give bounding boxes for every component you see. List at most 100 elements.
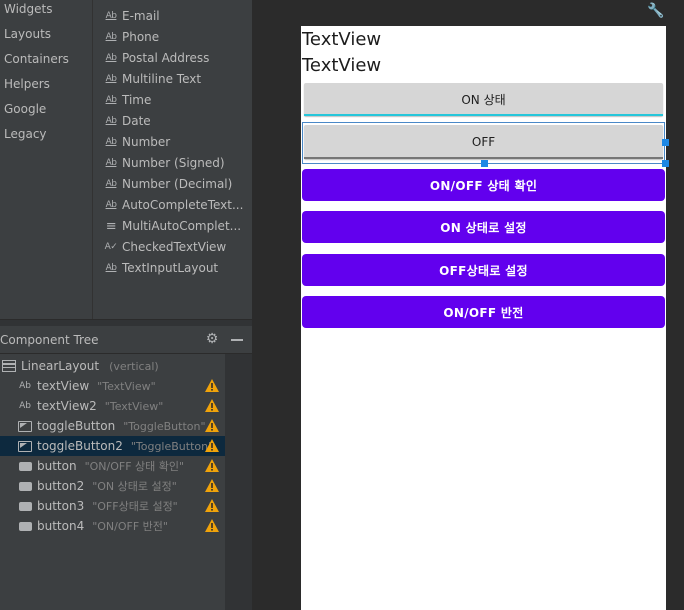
- tree-row-name: button: [37, 459, 77, 473]
- tree-row-linearlayout[interactable]: LinearLayout (vertical): [2, 356, 227, 376]
- palette-item-label: CheckedTextView: [122, 240, 227, 254]
- category-widgets[interactable]: Widgets: [4, 2, 53, 16]
- text-field-icon: Ab: [105, 116, 117, 126]
- category-legacy[interactable]: Legacy: [4, 127, 47, 141]
- preview-textview2[interactable]: TextView: [302, 55, 381, 76]
- button-icon: [18, 521, 32, 532]
- palette-item-label: Number (Signed): [122, 156, 225, 170]
- tree-row-textview2[interactable]: Ab textView2 "TextView": [0, 396, 225, 416]
- tree-row-attr: "OFF상태로 설정": [92, 500, 178, 513]
- preview-button-check-state[interactable]: ON/OFF 상태 확인: [302, 169, 665, 201]
- tree-row-button2[interactable]: button2 "ON 상태로 설정": [0, 476, 225, 496]
- palette-item-checkedtextview[interactable]: A✓ CheckedTextView: [103, 237, 227, 257]
- tree-row-attr: "TextView": [104, 399, 164, 413]
- list-icon: ≡: [105, 218, 117, 234]
- palette-item-email[interactable]: Ab E-mail: [103, 6, 160, 26]
- text-field-icon: Ab: [105, 32, 117, 42]
- tree-row-button4[interactable]: button4 "ON/OFF 반전": [0, 516, 225, 536]
- category-helpers[interactable]: Helpers: [4, 77, 50, 91]
- palette-item-phone[interactable]: Ab Phone: [103, 27, 160, 47]
- tree-row-togglebutton2[interactable]: toggleButton2 "ToggleButton": [0, 436, 225, 456]
- text-field-icon: Ab: [105, 158, 117, 168]
- palette-item-multiline-text[interactable]: Ab Multiline Text: [103, 69, 202, 89]
- category-google[interactable]: Google: [4, 102, 46, 116]
- preview-button-set-off[interactable]: OFF상태로 설정: [302, 254, 665, 286]
- tree-row-button3[interactable]: button3 "OFF상태로 설정": [0, 496, 225, 516]
- palette-item-textinputlayout[interactable]: Ab TextInputLayout: [103, 258, 219, 278]
- palette-item-date[interactable]: Ab Date: [103, 111, 151, 131]
- resize-handle-corner[interactable]: [662, 160, 669, 167]
- text-field-icon: Ab: [105, 179, 117, 189]
- palette-item-label: Time: [122, 93, 152, 107]
- text-view-icon: Ab: [19, 401, 31, 411]
- category-layouts[interactable]: Layouts: [4, 27, 51, 41]
- palette-item-label: Number: [122, 135, 171, 149]
- tree-row-name: textView2: [37, 399, 97, 413]
- tree-row-attr: (vertical): [109, 359, 159, 373]
- text-view-icon: Ab: [19, 381, 31, 391]
- linear-layout-icon: [2, 360, 16, 372]
- panel-splitter[interactable]: [0, 319, 252, 326]
- component-tree: LinearLayout (vertical) Ab textView "Tex…: [0, 354, 225, 610]
- toggle-button-icon: [18, 440, 32, 452]
- button-icon: [18, 501, 32, 512]
- palette-item-number[interactable]: Ab Number: [103, 132, 171, 152]
- text-field-icon: Ab: [105, 263, 117, 273]
- category-containers[interactable]: Containers: [4, 52, 69, 66]
- gear-icon[interactable]: ⚙: [204, 331, 220, 347]
- tree-row-name: textView: [37, 379, 90, 393]
- tree-row-textview[interactable]: Ab textView "TextView": [0, 376, 225, 396]
- warning-icon[interactable]: [205, 439, 219, 452]
- tree-row-attr: "TextView": [97, 379, 156, 393]
- text-field-icon: Ab: [105, 137, 117, 147]
- resize-handle-bottom[interactable]: [481, 160, 488, 167]
- palette-categories: Widgets Layouts Containers Helpers Googl…: [0, 0, 92, 320]
- palette-list: Ab E-mail Ab Phone Ab Postal Address Ab Mult…: [92, 0, 252, 320]
- resize-handle-right[interactable]: [662, 139, 669, 146]
- button-icon: [18, 481, 32, 492]
- component-tree-title: Component Tree: [0, 333, 99, 347]
- palette-item-label: TextInputLayout: [122, 261, 219, 275]
- palette-item-autocomplete[interactable]: Ab AutoCompleteText...: [103, 195, 244, 215]
- palette-item-label: Date: [122, 114, 151, 128]
- warning-icon[interactable]: [205, 479, 219, 492]
- preview-button-set-on[interactable]: ON 상태로 설정: [302, 211, 665, 243]
- warning-icon[interactable]: [205, 459, 219, 472]
- palette-item-label: AutoCompleteText...: [122, 198, 244, 212]
- palette-item-multiautocomplete[interactable]: ≡ MultiAutoComplet...: [103, 216, 241, 236]
- warning-icon[interactable]: [205, 379, 219, 392]
- palette-item-label: Number (Decimal): [122, 177, 233, 191]
- palette-item-label: Multiline Text: [122, 72, 202, 86]
- palette-item-label: MultiAutoComplet...: [122, 219, 242, 233]
- autocomplete-icon: Ab: [105, 200, 117, 210]
- checked-text-icon: A✓: [104, 242, 118, 252]
- tree-row-togglebutton[interactable]: toggleButton "ToggleButton": [0, 416, 225, 436]
- toggle-on-indicator: [304, 114, 663, 116]
- preview-button-toggle[interactable]: ON/OFF 반전: [302, 296, 665, 328]
- selection-outline: [302, 122, 665, 164]
- tree-row-name: button4: [37, 519, 85, 533]
- palette-item-label: Phone: [122, 30, 160, 44]
- tree-row-button[interactable]: button "ON/OFF 상태 확인": [0, 456, 225, 476]
- warning-icon[interactable]: [205, 499, 219, 512]
- palette-item-time[interactable]: Ab Time: [103, 90, 152, 110]
- warning-icon[interactable]: [205, 419, 219, 432]
- text-field-icon: Ab: [105, 53, 117, 63]
- warning-icon[interactable]: [205, 519, 219, 532]
- wrench-icon[interactable]: 🔧: [647, 3, 664, 19]
- preview-toggle-button[interactable]: ON 상태: [304, 83, 663, 116]
- palette-item-postal-address[interactable]: Ab Postal Address: [103, 48, 210, 68]
- component-tree-scrollbar[interactable]: [225, 354, 252, 610]
- preview-textview[interactable]: TextView: [302, 29, 381, 50]
- text-field-icon: Ab: [105, 95, 117, 105]
- palette-item-number-decimal[interactable]: Ab Number (Decimal): [103, 174, 233, 194]
- warning-icon[interactable]: [205, 399, 219, 412]
- toggle-button-icon: [18, 420, 32, 432]
- device-preview[interactable]: TextView TextView ON 상태 OFF ON/OFF 상태 확인…: [301, 26, 666, 610]
- tree-row-name: toggleButton: [37, 419, 116, 433]
- tree-row-attr: "ToggleButton": [130, 439, 214, 453]
- palette-item-number-signed[interactable]: Ab Number (Signed): [103, 153, 225, 173]
- tree-row-name: LinearLayout: [21, 359, 100, 373]
- tree-row-attr: "ToggleButton": [123, 419, 206, 433]
- minimize-icon[interactable]: [231, 339, 243, 341]
